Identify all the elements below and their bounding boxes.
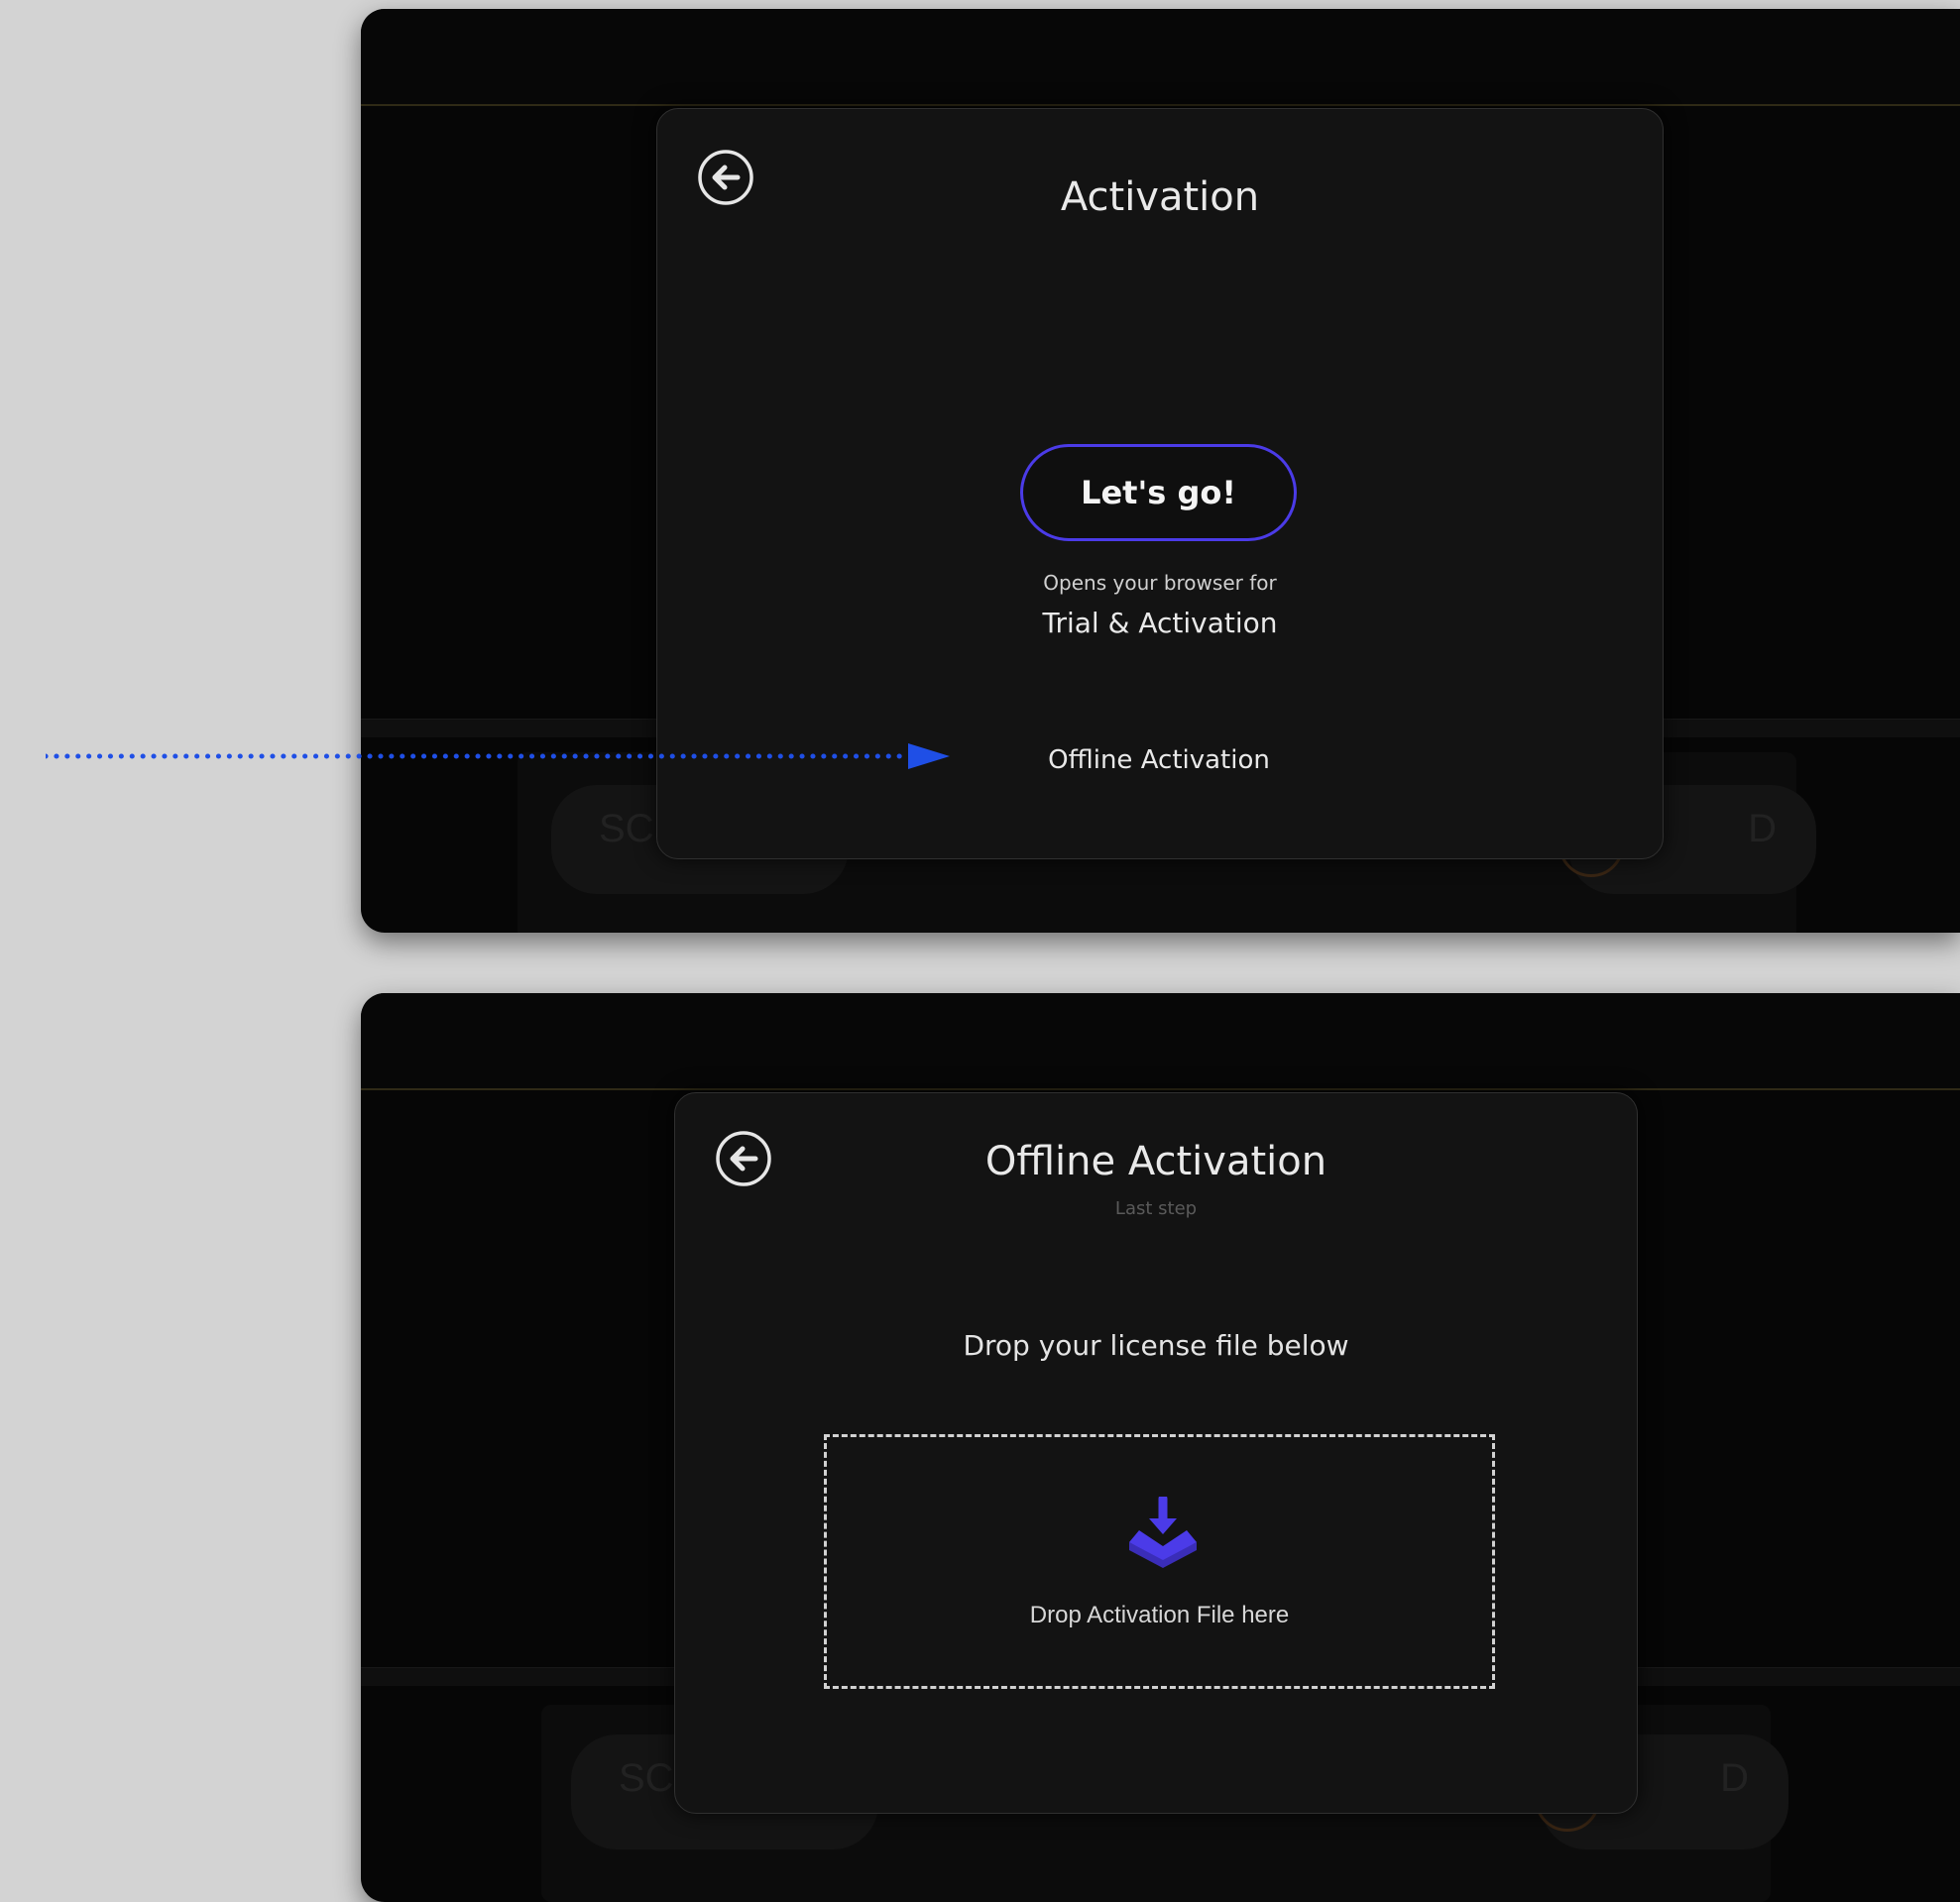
background-left-pill-text: SC bbox=[619, 1756, 674, 1800]
background-right-pill-text: D bbox=[1748, 807, 1777, 850]
dialog-title: Activation bbox=[1060, 174, 1260, 220]
download-tray-icon bbox=[1129, 1497, 1197, 1568]
app-header bbox=[361, 993, 1960, 1090]
dialog-subtitle: Last step bbox=[1114, 1198, 1198, 1219]
offline-activation-link[interactable]: Offline Activation bbox=[1014, 735, 1304, 785]
offline-activation-window: SC D Offline Activation Last step Drop y… bbox=[361, 993, 1960, 1902]
background-left-pill-text: SC bbox=[599, 807, 654, 850]
lets-go-button[interactable]: Let's go! bbox=[1020, 444, 1297, 541]
background-right-pill-text: D bbox=[1720, 1756, 1749, 1800]
activation-window: SC D Activation Let's go! Opens your bro… bbox=[361, 9, 1960, 933]
browser-hint: Opens your browser for bbox=[1043, 571, 1277, 595]
dialog-title: Offline Activation bbox=[984, 1139, 1327, 1184]
offline-activation-dialog: Offline Activation Last step Drop your l… bbox=[674, 1092, 1638, 1814]
app-header bbox=[361, 9, 1960, 106]
drop-instruction: Drop your license file below bbox=[963, 1329, 1349, 1362]
trial-activation-label: Trial & Activation bbox=[1042, 607, 1278, 639]
annotation-dotted-arrow bbox=[46, 743, 950, 769]
dropzone-label: Drop Activation File here bbox=[1029, 1602, 1290, 1628]
license-dropzone[interactable]: Drop Activation File here bbox=[824, 1434, 1495, 1689]
